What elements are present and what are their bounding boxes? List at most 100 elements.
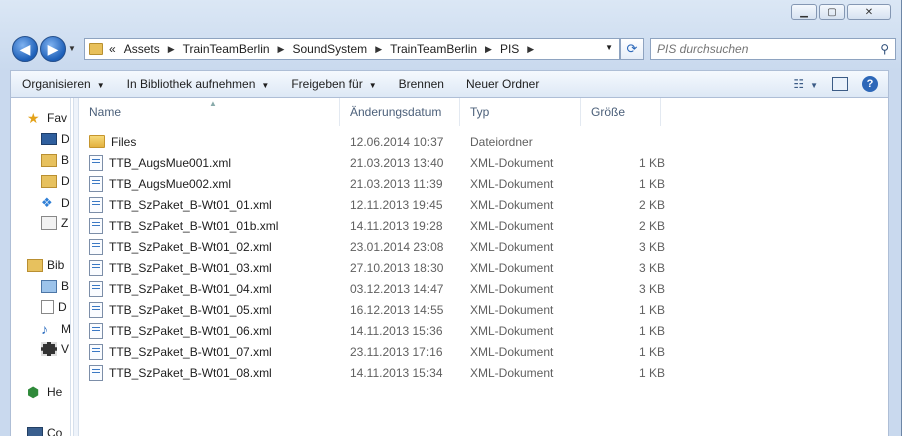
column-header-date[interactable]: Änderungsdatum [340,98,460,126]
file-row[interactable]: TTB_SzPaket_B-Wt01_04.xml 03.12.2013 14:4… [79,278,888,299]
burn-button[interactable]: Brennen [388,77,455,91]
file-row[interactable]: TTB_AugsMue001.xml 21.03.2013 13:40 XML-Do… [79,152,888,173]
maximize-button[interactable]: ▢ [819,4,845,20]
column-header-type[interactable]: Typ [460,98,581,126]
change-view-button[interactable]: ☷ ▼ [793,77,818,91]
file-row[interactable]: TTB_SzPaket_B-Wt01_07.xml 23.11.2013 17:1… [79,341,888,362]
organize-button[interactable]: Organisieren ▼ [11,77,116,91]
file-date: 14.11.2013 19:28 [350,218,443,233]
file-date: 23.11.2013 17:16 [350,344,443,359]
column-size-label: Größe [591,105,626,119]
file-date: 03.12.2013 14:47 [350,281,444,296]
share-with-button[interactable]: Freigeben für ▼ [280,77,387,91]
file-row[interactable]: Files 12.06.2014 10:37 Dateiordner [79,131,888,152]
file-row[interactable]: TTB_SzPaket_B-Wt01_01b.xml 14.11.2013 19:… [79,215,888,236]
file-size: 3 KB [638,281,665,296]
breadcrumb-separator-icon[interactable]: ▶ [485,44,492,55]
file-name-cell: Files [89,131,136,152]
include-in-library-button[interactable]: In Bibliothek aufnehmen ▼ [116,77,281,91]
navigation-pane[interactable]: ★ Fav D B D ❖ D Z Bib B D ♪ M V ⬢ He Co [11,98,71,436]
nav-homegroup-label: He [47,385,63,399]
minimize-button[interactable]: ▁ [791,4,817,20]
breadcrumb-separator-icon[interactable]: ▶ [278,44,285,55]
xml-file-icon [89,322,103,339]
music-icon: ♪ [41,321,48,337]
nav-lib-documents[interactable]: D [41,300,67,314]
close-button[interactable]: ✕ [847,4,891,20]
file-list[interactable]: Name ▲ Änderungsdatum Typ Größe Files 12.… [79,98,888,436]
breadcrumb-trainteamberlin-sub[interactable]: TrainTeamBerlin [390,42,477,56]
nav-lib-pictures[interactable]: B [41,279,69,293]
file-date: 21.03.2013 13:40 [350,155,444,170]
nav-fav-dropbox[interactable]: ❖ D [41,195,70,211]
search-icon[interactable]: ⚲ [880,42,889,56]
file-size: 1 KB [638,323,665,338]
file-type: XML-Dokument [470,302,554,317]
file-row[interactable]: TTB_SzPaket_B-Wt01_05.xml 16.12.2013 14:5… [79,299,888,320]
videos-icon [41,342,57,356]
nav-fav-downloads[interactable]: D [41,174,70,188]
search-box[interactable]: ⚲ [650,38,896,60]
column-headers: Name ▲ Änderungsdatum Typ Größe [79,98,888,126]
column-header-size[interactable]: Größe [581,98,661,126]
file-row[interactable]: TTB_SzPaket_B-Wt01_03.xml 27.10.2013 18:3… [79,257,888,278]
documents-icon [41,300,54,314]
back-button[interactable]: ◀ [12,36,38,62]
nav-libraries[interactable]: Bib [27,258,64,272]
organize-label: Organisieren [22,77,91,91]
nav-fav-item[interactable]: B [41,153,69,167]
include-in-library-label: In Bibliothek aufnehmen [126,77,256,91]
file-name-cell: TTB_SzPaket_B-Wt01_07.xml [89,341,272,362]
file-rows: Files 12.06.2014 10:37 Dateiordner TTB_Augs… [79,131,888,383]
file-type: XML-Dokument [470,155,554,170]
nav-lib-music[interactable]: ♪ M [41,321,70,337]
file-name: TTB_SzPaket_B-Wt01_01b.xml [109,218,279,233]
file-name-cell: TTB_SzPaket_B-Wt01_02.xml [89,236,272,257]
file-name: TTB_AugsMue002.xml [109,176,232,191]
xml-file-icon [89,154,103,171]
file-name: Files [111,134,137,149]
file-size: 3 KB [638,260,665,275]
file-row[interactable]: TTB_AugsMue002.xml 21.03.2013 11:39 XML-Do… [79,173,888,194]
breadcrumb-overflow[interactable]: « [109,42,116,56]
address-dropdown-chevron-icon[interactable]: ▼ [605,43,613,52]
breadcrumb-pis[interactable]: PIS [500,42,519,56]
search-input[interactable] [657,42,867,56]
breadcrumb-soundsystem[interactable]: SoundSystem [292,42,367,56]
file-row[interactable]: TTB_SzPaket_B-Wt01_01.xml 12.11.2013 19:4… [79,194,888,215]
nav-libraries-label: Bib [47,258,65,272]
file-row[interactable]: TTB_SzPaket_B-Wt01_08.xml 14.11.2013 15:3… [79,362,888,383]
breadcrumb-trainteamberlin[interactable]: TrainTeamBerlin [183,42,270,56]
file-name-cell: TTB_AugsMue001.xml [89,152,231,173]
nav-lib-videos[interactable]: V [41,342,69,356]
recent-pages-chevron-icon[interactable]: ▼ [68,44,76,53]
column-header-name[interactable]: Name ▲ [79,98,340,126]
file-date: 21.03.2013 11:39 [350,176,443,191]
nav-lib-label: V [61,342,70,356]
breadcrumb-separator-icon[interactable]: ▶ [527,44,534,55]
nav-favorites[interactable]: ★ Fav [27,110,67,126]
preview-pane-button[interactable] [832,77,848,91]
file-name: TTB_SzPaket_B-Wt01_07.xml [109,344,272,359]
refresh-button[interactable]: ⟳ [620,38,644,60]
file-row[interactable]: TTB_SzPaket_B-Wt01_02.xml 23.01.2014 23:0… [79,236,888,257]
address-bar[interactable]: « Assets ▶ TrainTeamBerlin ▶ SoundSystem… [84,38,620,60]
nav-fav-recent[interactable]: Z [41,216,68,230]
breadcrumb-separator-icon[interactable]: ▶ [375,44,382,55]
xml-file-icon [89,343,103,360]
file-size: 1 KB [638,302,665,317]
content-area: ★ Fav D B D ❖ D Z Bib B D ♪ M V ⬢ He Co … [10,98,889,436]
file-row[interactable]: TTB_SzPaket_B-Wt01_06.xml 14.11.2013 15:3… [79,320,888,341]
nav-homegroup[interactable]: ⬢ He [27,384,62,400]
help-button[interactable]: ? [862,76,878,92]
nav-computer[interactable]: Co [27,426,62,436]
nav-fav-desktop[interactable]: D [41,132,70,146]
breadcrumb-separator-icon[interactable]: ▶ [168,44,175,55]
breadcrumb-assets[interactable]: Assets [124,42,160,56]
recent-places-icon [41,216,57,230]
new-folder-button[interactable]: Neuer Ordner [455,77,550,91]
file-size: 2 KB [638,197,665,212]
forward-button[interactable]: ▶ [40,36,66,62]
chevron-down-icon: ▼ [368,81,377,90]
file-type: XML-Dokument [470,323,554,338]
